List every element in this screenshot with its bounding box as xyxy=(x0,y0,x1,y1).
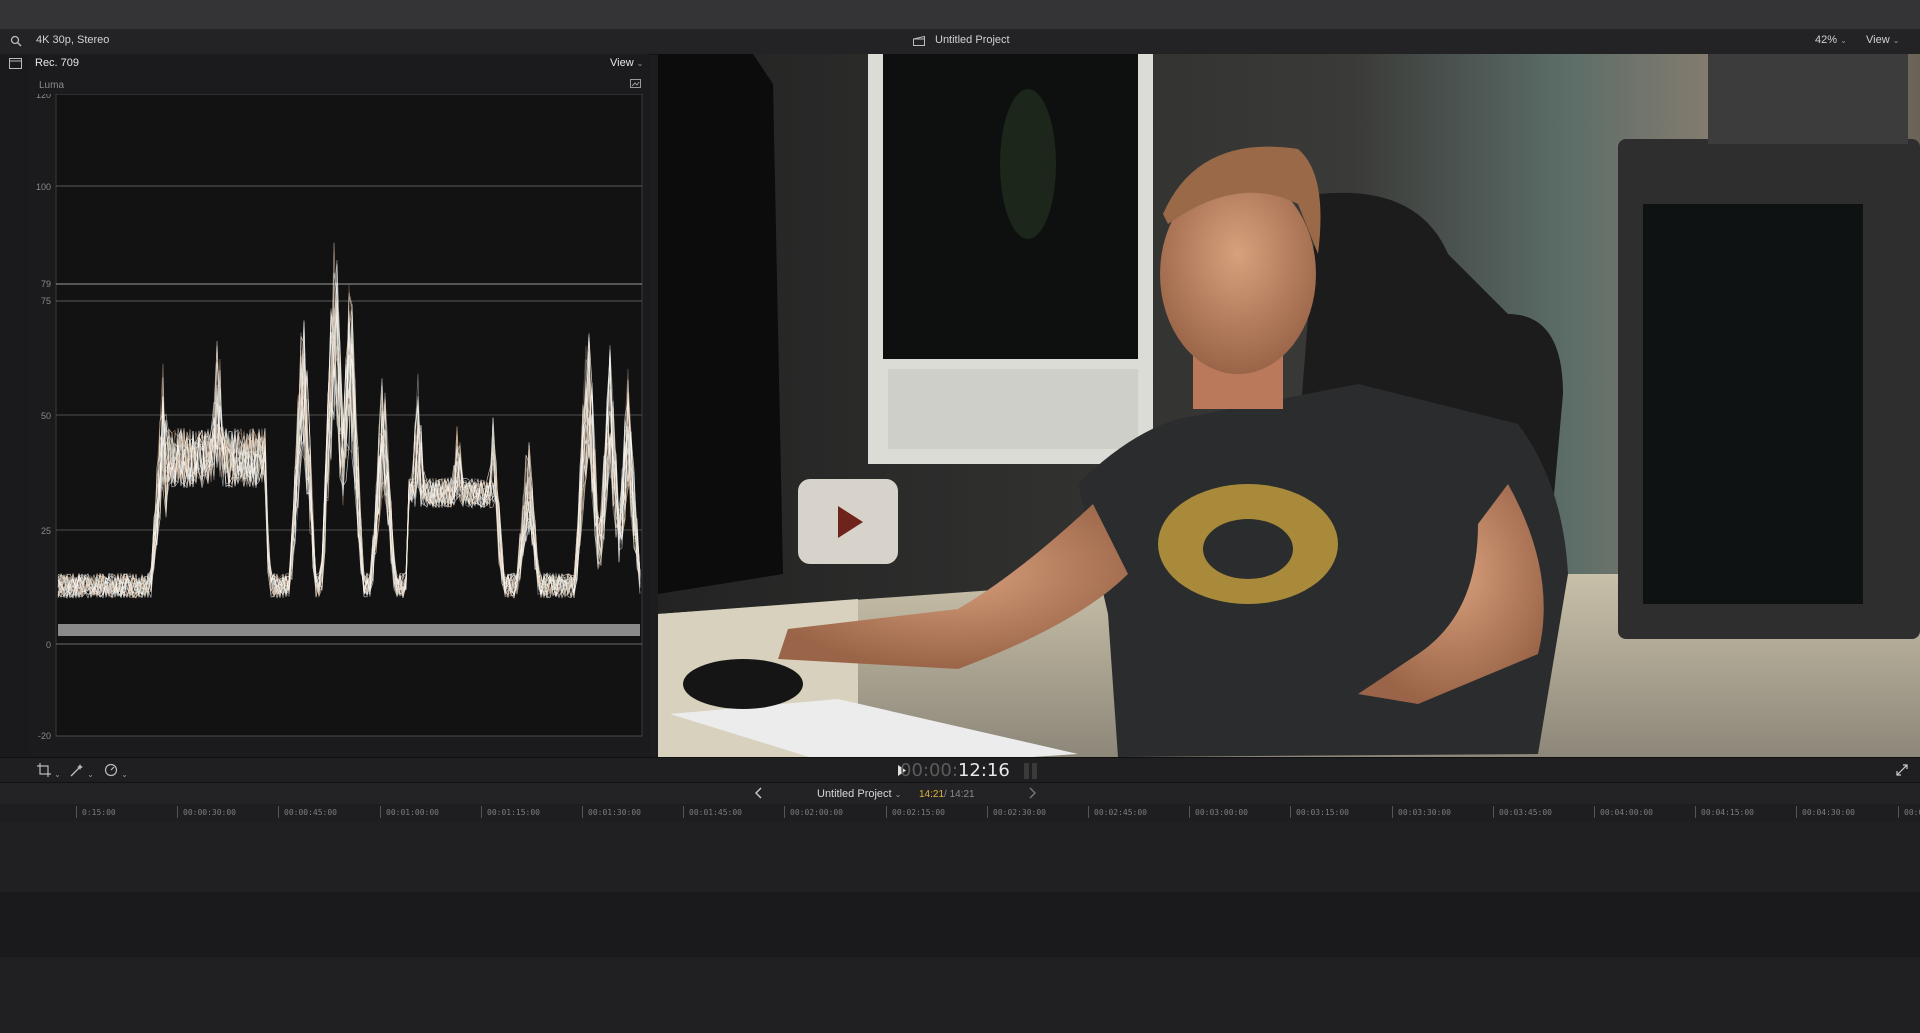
chevron-left-icon[interactable] xyxy=(755,787,763,802)
scale-label: 25 xyxy=(41,526,51,536)
ruler-tick xyxy=(1594,806,1595,818)
speed-icon[interactable]: ⌄ xyxy=(104,763,128,780)
ruler-label: 00:01:15:00 xyxy=(487,808,540,817)
playhead-timecode[interactable]: 00:00:12:16 xyxy=(900,760,1010,781)
scale-label: 0 xyxy=(46,640,51,650)
scope-view-menu[interactable]: View ⌄ xyxy=(610,57,643,69)
scale-label: 50 xyxy=(41,411,51,421)
timecode-hours-minutes: 00:00: xyxy=(900,760,958,781)
timecode-seconds-frames: 12:16 xyxy=(957,760,1010,781)
ruler-tick xyxy=(987,806,988,818)
scale-label: -20 xyxy=(38,731,51,741)
ruler-label: 00:04:00:00 xyxy=(1600,808,1653,817)
ruler-label: 00:03:45:00 xyxy=(1499,808,1552,817)
zoom-level[interactable]: 42% ⌄ xyxy=(1815,34,1847,46)
color-space-label: Rec. 709 xyxy=(35,57,80,69)
ruler-tick xyxy=(1290,806,1291,818)
ruler-label: 00:00:45:00 xyxy=(284,808,337,817)
app-toolbar xyxy=(0,0,1920,29)
ruler-label: 00:02:30:00 xyxy=(993,808,1046,817)
fullscreen-icon[interactable] xyxy=(1896,764,1908,779)
ruler-tick xyxy=(278,806,279,818)
ruler-label: 00:01:30:00 xyxy=(588,808,641,817)
luma-waveform: 120 100 79 75 50 25 0 -20 xyxy=(36,94,643,741)
ruler-tick xyxy=(1189,806,1190,818)
ruler-label: 00:03:00:00 xyxy=(1195,808,1248,817)
waveform-floor xyxy=(58,624,640,636)
chevron-right-icon[interactable] xyxy=(1028,787,1036,802)
ruler-label: 00:03:30:00 xyxy=(1398,808,1451,817)
scope-settings-icon[interactable] xyxy=(630,79,641,91)
ruler-tick xyxy=(177,806,178,818)
ruler-tick xyxy=(481,806,482,818)
crop-icon[interactable]: ⌄ xyxy=(37,763,61,780)
timeline-track[interactable] xyxy=(0,822,1920,892)
ruler-label: 00:04:30:00 xyxy=(1802,808,1855,817)
timeline-ruler[interactable]: 0:15:00 00:00:30:00 00:00:45:00 00:01:00:00… xyxy=(0,804,1920,822)
audio-meter-icon xyxy=(1024,763,1038,782)
ruler-tick xyxy=(1493,806,1494,818)
chevron-down-icon: ⌄ xyxy=(1892,36,1900,45)
ruler-label: 00:00:30:00 xyxy=(183,808,236,817)
ruler-label: 00:04:45:00 xyxy=(1904,808,1920,817)
ruler-tick xyxy=(1898,806,1899,818)
format-label: 4K 30p, Stereo xyxy=(36,34,110,46)
viewer-view-menu[interactable]: View ⌄ xyxy=(1866,34,1899,46)
clapper-icon xyxy=(913,35,925,49)
ruler-tick xyxy=(683,806,684,818)
ruler-tick xyxy=(76,806,77,818)
chevron-down-icon: ⌄ xyxy=(636,59,644,68)
ruler-tick xyxy=(380,806,381,818)
ruler-label: 00:02:15:00 xyxy=(892,808,945,817)
video-frame-image xyxy=(658,54,1920,757)
ruler-label: 00:01:45:00 xyxy=(689,808,742,817)
scale-label: 100 xyxy=(36,182,51,192)
chevron-down-icon: ⌄ xyxy=(894,790,902,799)
ruler-label: 00:02:00:00 xyxy=(790,808,843,817)
scale-label: 120 xyxy=(36,94,51,100)
ruler-tick xyxy=(1392,806,1393,818)
sidebar-toggle-icon[interactable] xyxy=(9,58,22,72)
ruler-tick xyxy=(1796,806,1797,818)
magic-wand-icon[interactable]: ⌄ xyxy=(70,763,94,780)
sidebar-gutter xyxy=(0,54,29,757)
ruler-label: 00:02:45:00 xyxy=(1094,808,1147,817)
viewer-header: 4K 30p, Stereo Untitled Project 42% ⌄ Vi… xyxy=(0,29,1920,55)
ruler-tick xyxy=(1088,806,1089,818)
ruler-tick xyxy=(784,806,785,818)
timeline-track[interactable] xyxy=(0,892,1920,957)
scope-mode-label: Luma xyxy=(39,80,65,91)
project-title: Untitled Project xyxy=(935,34,1010,46)
video-viewer[interactable] xyxy=(658,54,1920,757)
chevron-down-icon: ⌄ xyxy=(1840,36,1847,45)
ruler-label: 00:01:00:00 xyxy=(386,808,439,817)
ruler-tick xyxy=(582,806,583,818)
timeline-project-menu[interactable]: Untitled Project ⌄ xyxy=(817,788,901,800)
playback-toolbar: ⌄ ⌄ ⌄ 00:00:12:16 xyxy=(0,757,1920,783)
timeline-duration: 14:21/ 14:21 xyxy=(919,789,975,800)
timeline-header: Untitled Project ⌄ 14:21/ 14:21 xyxy=(0,782,1920,806)
ruler-label: 00:04:15:00 xyxy=(1701,808,1754,817)
timeline-track[interactable] xyxy=(0,957,1920,1033)
scale-label: 75 xyxy=(41,296,51,306)
scale-label: 79 xyxy=(41,279,51,289)
search-icon[interactable] xyxy=(10,35,22,50)
video-scope-panel: Rec. 709 View ⌄ Luma 120 100 79 75 50 25… xyxy=(28,54,650,757)
scope-header: Rec. 709 View ⌄ xyxy=(28,54,650,74)
ruler-tick xyxy=(1695,806,1696,818)
ruler-label: 0:15:00 xyxy=(82,808,116,817)
ruler-label: 00:03:15:00 xyxy=(1296,808,1349,817)
ruler-tick xyxy=(886,806,887,818)
